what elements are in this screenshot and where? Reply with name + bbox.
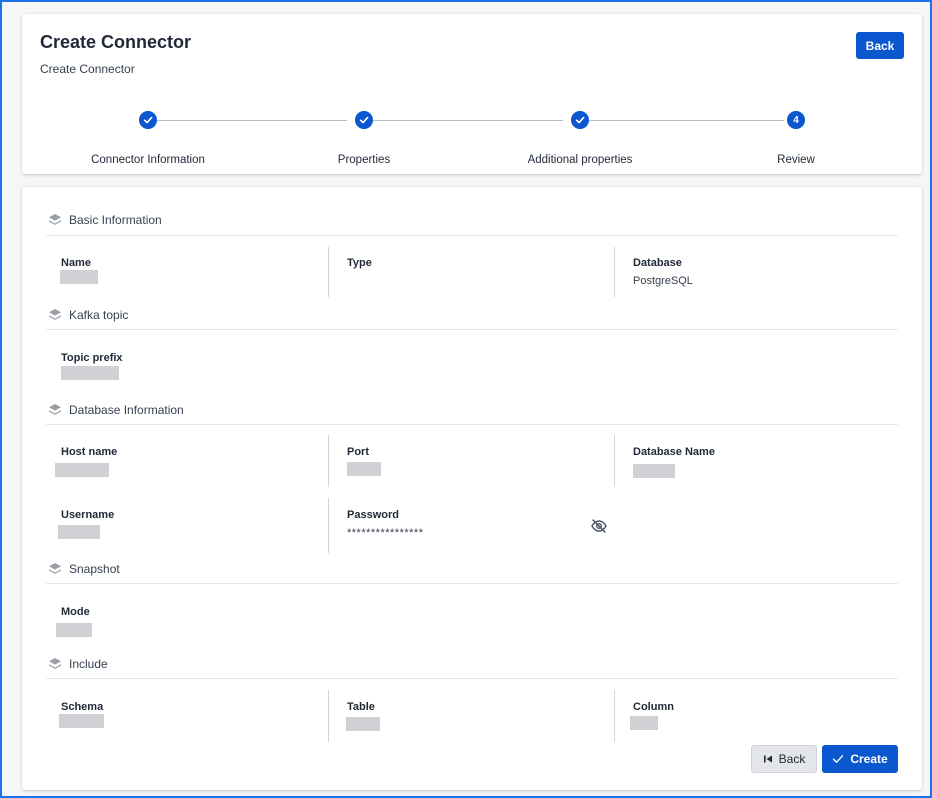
redacted-value <box>55 463 109 477</box>
field-label: Port <box>347 446 369 458</box>
step-label-additional-properties[interactable]: Additional properties <box>528 154 633 166</box>
divider <box>46 235 898 236</box>
column-divider <box>328 435 329 487</box>
column-divider <box>328 690 329 742</box>
header-card: Create Connector Create Connector Back 4… <box>22 14 922 174</box>
step-label-properties[interactable]: Properties <box>338 154 390 166</box>
page-title: Create Connector <box>40 32 192 52</box>
field-label: Host name <box>61 446 118 458</box>
redacted-value <box>59 714 104 728</box>
column-divider <box>614 247 615 297</box>
password-value: **************** <box>347 527 424 539</box>
layers-icon <box>49 404 61 415</box>
field-label: Database Name <box>633 446 715 458</box>
step-4-number: 4 <box>787 111 805 129</box>
step-connector-line <box>157 120 347 121</box>
step-3-check-icon <box>571 111 589 129</box>
field-password: Password **************** <box>347 509 424 539</box>
step-1-check-icon <box>139 111 157 129</box>
field-topic-prefix: Topic prefix <box>61 352 123 364</box>
field-mode: Mode <box>61 606 90 618</box>
step-2-check-icon <box>355 111 373 129</box>
layers-icon <box>49 563 61 574</box>
section-kafka-topic: Kafka topic <box>48 305 128 325</box>
field-database: Database PostgreSQL <box>633 257 693 287</box>
redacted-value <box>58 525 100 539</box>
footer-back-button[interactable]: Back <box>751 745 817 773</box>
redacted-value <box>56 623 92 637</box>
column-divider <box>614 435 615 487</box>
column-divider <box>328 498 329 553</box>
layers-icon <box>49 309 61 320</box>
check-icon <box>833 755 844 763</box>
divider <box>46 329 898 330</box>
divider <box>46 424 898 425</box>
field-database-name: Database Name <box>633 446 715 458</box>
column-divider <box>328 247 329 297</box>
redacted-value <box>630 716 658 730</box>
skip-back-icon <box>763 755 772 763</box>
field-schema: Schema <box>61 701 103 713</box>
field-label: Table <box>347 701 375 713</box>
section-database-information: Database Information <box>48 400 184 420</box>
divider <box>46 678 898 679</box>
stepper: 4 Connector Information Properties Addit… <box>22 109 922 169</box>
field-host-name: Host name <box>61 446 117 458</box>
section-title: Snapshot <box>69 562 120 576</box>
field-column: Column <box>633 701 674 713</box>
step-connector-line <box>373 120 563 121</box>
field-label: Name <box>61 257 91 269</box>
step-label-review[interactable]: Review <box>777 154 815 166</box>
eye-off-icon[interactable] <box>590 517 608 535</box>
field-name: Name <box>61 257 91 269</box>
step-connector-line <box>589 120 784 121</box>
section-basic-information: Basic Information <box>48 210 162 230</box>
section-title: Basic Information <box>69 213 162 227</box>
divider <box>46 583 898 584</box>
field-label: Password <box>347 509 399 521</box>
field-label: Mode <box>61 606 90 618</box>
section-title: Database Information <box>69 403 184 417</box>
step-label-connector-information[interactable]: Connector Information <box>91 154 205 166</box>
review-card: Basic Information Name Type Database Pos… <box>22 187 922 790</box>
section-include: Include <box>48 654 108 674</box>
create-button[interactable]: Create <box>822 745 898 773</box>
section-title: Include <box>69 657 108 671</box>
app-frame: Create Connector Create Connector Back 4… <box>0 0 932 798</box>
field-value: PostgreSQL <box>633 275 693 287</box>
page-subtitle: Create Connector <box>40 62 135 76</box>
redacted-value <box>346 717 380 731</box>
create-label: Create <box>850 752 888 766</box>
layers-icon <box>49 214 61 225</box>
field-type: Type <box>347 257 372 269</box>
field-label: Schema <box>61 701 104 713</box>
layers-icon <box>49 658 61 669</box>
redacted-value <box>347 462 381 476</box>
field-label: Database <box>633 257 682 269</box>
redacted-value <box>60 270 98 284</box>
section-snapshot: Snapshot <box>48 559 120 579</box>
column-divider <box>614 690 615 742</box>
field-label: Topic prefix <box>61 352 123 364</box>
field-label: Username <box>61 509 115 521</box>
header-back-button[interactable]: Back <box>856 32 904 59</box>
field-table: Table <box>347 701 375 713</box>
field-label: Type <box>347 257 372 269</box>
redacted-value <box>633 464 675 478</box>
footer-back-label: Back <box>778 752 806 766</box>
redacted-value <box>61 366 119 380</box>
field-username: Username <box>61 509 114 521</box>
section-title: Kafka topic <box>69 308 129 322</box>
field-port: Port <box>347 446 369 458</box>
field-label: Column <box>633 701 674 713</box>
